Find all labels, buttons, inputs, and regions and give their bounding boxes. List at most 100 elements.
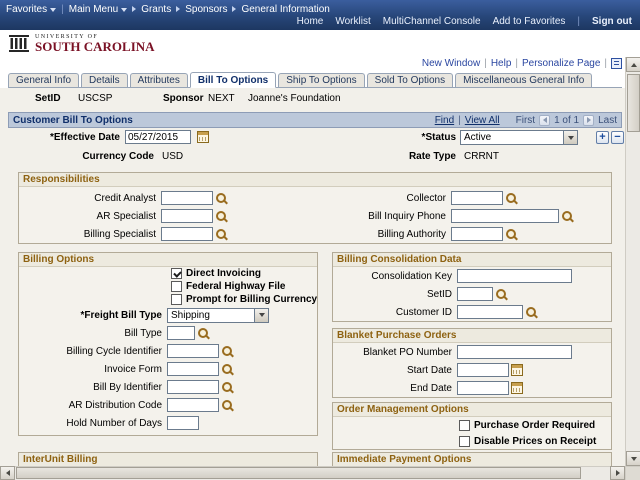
divider: | bbox=[484, 58, 487, 69]
billing-authority-input[interactable] bbox=[451, 227, 503, 241]
main-menu[interactable]: Main Menu bbox=[69, 4, 127, 15]
status-select[interactable]: Active bbox=[460, 130, 578, 145]
ar-distribution-code-input[interactable] bbox=[167, 398, 219, 412]
sponsor-value: NEXT bbox=[208, 93, 235, 104]
previous-row-button[interactable] bbox=[539, 115, 550, 126]
tab-attributes[interactable]: Attributes bbox=[130, 73, 188, 87]
immediate-payment-options-title: Immediate Payment Options bbox=[333, 453, 611, 467]
lookup-icon[interactable] bbox=[525, 306, 537, 319]
blanket-po-number-input[interactable] bbox=[457, 345, 572, 359]
scroll-up-button[interactable] bbox=[626, 57, 640, 72]
tab-sold-to-options[interactable]: Sold To Options bbox=[367, 73, 453, 87]
lookup-icon[interactable] bbox=[221, 381, 233, 394]
federal-highway-file-checkbox[interactable] bbox=[171, 281, 182, 292]
find-link[interactable]: Find bbox=[435, 115, 454, 126]
field-row: Billing Authority bbox=[315, 225, 611, 243]
checkbox-row: Prompt for Billing Currency bbox=[19, 293, 317, 306]
horizontal-scroll-thumb[interactable] bbox=[16, 467, 581, 479]
field-row: Bill Type bbox=[19, 324, 317, 342]
start-date-input[interactable] bbox=[457, 363, 509, 377]
purchase-order-required-checkbox[interactable] bbox=[459, 420, 470, 431]
billing-cycle-identifier-input[interactable] bbox=[167, 344, 219, 358]
view-all-link[interactable]: View All bbox=[465, 115, 500, 126]
scroll-left-button[interactable] bbox=[0, 466, 15, 480]
vertical-scrollbar[interactable] bbox=[625, 57, 640, 466]
lookup-icon[interactable] bbox=[561, 210, 573, 223]
direct-invoicing-checkbox[interactable] bbox=[171, 268, 182, 279]
checkbox-row: Direct Invoicing bbox=[19, 267, 317, 280]
divider: | bbox=[61, 4, 64, 15]
favorites-menu[interactable]: Favorites bbox=[6, 4, 56, 15]
calendar-icon[interactable] bbox=[197, 131, 209, 143]
lookup-icon[interactable] bbox=[505, 192, 517, 205]
home-link[interactable]: Home bbox=[297, 16, 324, 27]
credit-analyst-input[interactable] bbox=[161, 191, 213, 205]
tab-details[interactable]: Details bbox=[81, 73, 128, 87]
lookup-icon[interactable] bbox=[221, 363, 233, 376]
bill-type-input[interactable] bbox=[167, 326, 195, 340]
lookup-icon[interactable] bbox=[215, 210, 227, 223]
customer-id-input[interactable] bbox=[457, 305, 523, 319]
lookup-icon[interactable] bbox=[221, 399, 233, 412]
delete-row-button[interactable]: − bbox=[611, 131, 624, 144]
consolidation-setid-input[interactable] bbox=[457, 287, 493, 301]
rate-type-value: CRRNT bbox=[464, 151, 499, 162]
tab-bill-to-options[interactable]: Bill To Options bbox=[190, 72, 276, 88]
lookup-icon[interactable] bbox=[215, 228, 227, 241]
group-billing-consolidation-data: Billing Consolidation Data Consolidation… bbox=[332, 252, 612, 322]
lookup-icon[interactable] bbox=[495, 288, 507, 301]
select-arrow bbox=[254, 309, 268, 322]
consolidation-key-input[interactable] bbox=[457, 269, 572, 283]
tab-miscellaneous-general-info[interactable]: Miscellaneous General Info bbox=[455, 73, 592, 87]
scroll-right-button[interactable] bbox=[610, 466, 625, 480]
lookup-icon[interactable] bbox=[221, 345, 233, 358]
divider: | bbox=[458, 115, 461, 126]
vertical-scroll-thumb[interactable] bbox=[627, 74, 640, 132]
freight-bill-type-select[interactable]: Shipping bbox=[167, 308, 269, 323]
disable-prices-on-receipt-checkbox[interactable] bbox=[459, 436, 470, 447]
order-management-title: Order Management Options bbox=[333, 403, 611, 417]
tab-general-info[interactable]: General Info bbox=[8, 73, 79, 87]
tab-ship-to-options[interactable]: Ship To Options bbox=[278, 73, 364, 87]
billing-specialist-input[interactable] bbox=[161, 227, 213, 241]
breadcrumb-grants[interactable]: Grants bbox=[141, 4, 171, 15]
group-billing-options: Billing Options Direct Invoicing Federal… bbox=[18, 252, 318, 436]
next-row-button[interactable] bbox=[583, 115, 594, 126]
invoice-form-input[interactable] bbox=[167, 362, 219, 376]
lookup-icon[interactable] bbox=[197, 327, 209, 340]
setid-value: USCSP bbox=[78, 93, 112, 104]
add-row-button[interactable]: + bbox=[596, 131, 609, 144]
page-action-bar: New Window | Help | Personalize Page | bbox=[422, 58, 622, 69]
collector-input[interactable] bbox=[451, 191, 503, 205]
status-value: Active bbox=[461, 131, 563, 144]
personalize-page-link[interactable]: Personalize Page bbox=[522, 58, 600, 69]
hold-number-of-days-input[interactable] bbox=[167, 416, 199, 430]
calendar-icon[interactable] bbox=[511, 364, 523, 376]
calendar-icon[interactable] bbox=[511, 382, 523, 394]
lookup-icon[interactable] bbox=[215, 192, 227, 205]
section-controls: Find | View All First 1 of 1 Last bbox=[435, 115, 617, 126]
scrollbar-corner bbox=[625, 466, 640, 480]
add-to-favorites-link[interactable]: Add to Favorites bbox=[493, 16, 566, 27]
breadcrumb-sponsors[interactable]: Sponsors bbox=[185, 4, 227, 15]
help-link[interactable]: Help bbox=[491, 58, 512, 69]
bill-by-identifier-input[interactable] bbox=[167, 380, 219, 394]
chevron-down-icon bbox=[259, 313, 265, 317]
breadcrumb-general-information[interactable]: General Information bbox=[241, 4, 329, 15]
worklist-link[interactable]: Worklist bbox=[335, 16, 370, 27]
new-window-link[interactable]: New Window bbox=[422, 58, 480, 69]
copy-url-icon[interactable] bbox=[611, 58, 622, 69]
sign-out-link[interactable]: Sign out bbox=[592, 16, 632, 27]
ar-specialist-input[interactable] bbox=[161, 209, 213, 223]
sponsor-label: Sponsor bbox=[163, 93, 204, 104]
end-date-input[interactable] bbox=[457, 381, 509, 395]
prompt-for-billing-currency-checkbox[interactable] bbox=[171, 294, 182, 305]
consolidation-key-label: Consolidation Key bbox=[333, 271, 457, 282]
effective-date-input[interactable] bbox=[125, 130, 191, 144]
multichannel-console-link[interactable]: MultiChannel Console bbox=[383, 16, 481, 27]
bill-inquiry-phone-input[interactable] bbox=[451, 209, 559, 223]
invoice-form-label: Invoice Form bbox=[19, 364, 167, 375]
horizontal-scrollbar[interactable] bbox=[0, 466, 625, 480]
lookup-icon[interactable] bbox=[505, 228, 517, 241]
scroll-down-button[interactable] bbox=[626, 451, 640, 466]
